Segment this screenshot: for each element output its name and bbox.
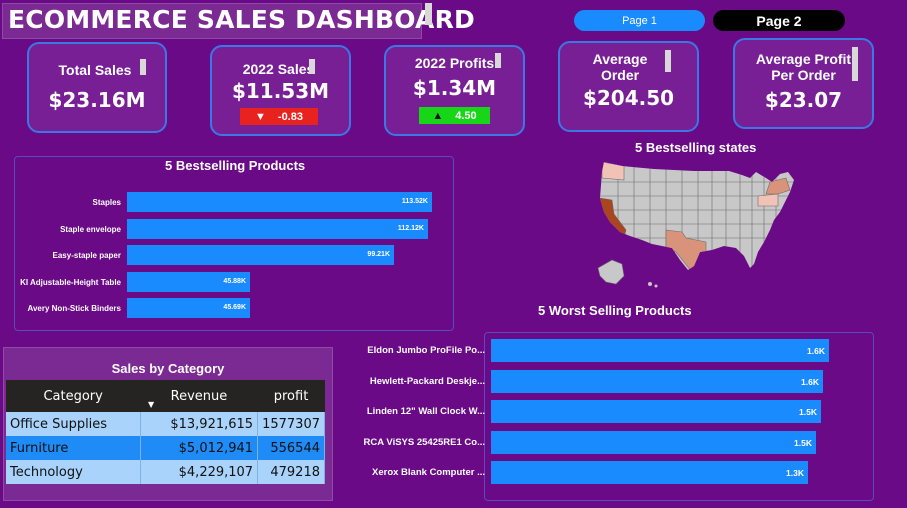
cell-profit: 1577307 <box>257 412 325 436</box>
states-title: 5 Bestselling states <box>635 140 757 155</box>
bar-value-label: 45.69K <box>223 304 246 311</box>
bar-label: Eldon Jumbo ProFile Po... <box>367 345 485 356</box>
page-title: ECOMMERCE SALES DASHBOARD <box>8 5 475 34</box>
kpi-label-average-order: Average Order <box>592 51 648 83</box>
bar-label: KI Adjustable-Height Table <box>20 277 121 287</box>
delta-value: 4.50 <box>455 109 477 122</box>
delta-badge-2022-profits: ▲ 4.50 <box>419 107 490 124</box>
cell-revenue: $4,229,107 <box>140 460 259 484</box>
cell-category: Office Supplies <box>6 412 141 436</box>
table-row: Furniture $5,012,941 556544 <box>6 436 325 460</box>
kpi-marker <box>140 59 146 75</box>
col-header-category[interactable]: Category <box>6 380 141 412</box>
bar-value-label: 112.12K <box>397 224 424 232</box>
bar-value-label: 1.5K <box>794 437 812 448</box>
nav-page-1-button[interactable]: Page 1 <box>574 10 705 31</box>
kpi-marker <box>309 59 315 74</box>
cell-category: Furniture <box>6 436 141 460</box>
sort-desc-icon[interactable]: ▼ <box>148 400 154 409</box>
bar-label: Staples <box>92 198 121 207</box>
bar-label: Avery Non-Stick Binders <box>27 304 121 313</box>
table-row: Office Supplies $13,921,615 1577307 <box>6 412 325 436</box>
kpi-marker <box>495 53 501 68</box>
kpi-value-2022-profits: $1.34M <box>412 76 497 100</box>
kpi-value-average-order: $204.50 <box>582 86 675 110</box>
table-header-row: Category Revenue profit <box>6 380 325 412</box>
bar-value-label: 1.6K <box>807 346 825 356</box>
kpi-value-total-sales: $23.16M <box>48 88 146 112</box>
kpi-label-2022-sales: 2022 Sales <box>242 61 315 77</box>
col-header-revenue[interactable]: Revenue <box>140 380 258 412</box>
bestsellers-title: 5 Bestselling Products <box>165 158 306 173</box>
bar-label: RCA ViSYS 25425RE1 Co... <box>363 436 485 448</box>
bar-value-label: 1.5K <box>799 407 817 417</box>
bar-value-label: 1.3K <box>786 468 804 478</box>
bar-label: Linden 12" Wall Clock W... <box>366 406 485 417</box>
col-header-profit[interactable]: profit <box>257 380 325 412</box>
category-title: Sales by Category <box>111 361 225 376</box>
cell-revenue: $5,012,941 <box>140 436 259 460</box>
bar-value-label: 1.6K <box>801 376 819 387</box>
cell-profit: 556544 <box>257 436 325 460</box>
table-row: Technology $4,229,107 479218 <box>6 460 325 484</box>
bar-label: Staple envelope <box>60 224 121 234</box>
arrow-down-icon: ▼ <box>255 110 266 123</box>
category-table: Category Revenue profit Office Supplies … <box>6 380 325 484</box>
delta-value: -0.83 <box>277 110 303 123</box>
nav-page-2-button[interactable]: Page 2 <box>713 10 845 31</box>
bar-value-label: 45.88K <box>223 277 246 285</box>
usa-map <box>597 162 794 288</box>
cell-revenue: $13,921,615 <box>140 412 259 436</box>
delta-badge-2022-sales: ▼ -0.83 <box>240 108 318 125</box>
kpi-value-2022-sales: $11.53M <box>231 79 330 103</box>
bar-label: Easy-staple paper <box>52 251 121 260</box>
bar-label: Xerox Blank Computer ... <box>372 467 485 478</box>
bar-value-label: 113.52K <box>401 198 428 205</box>
cell-profit: 479218 <box>257 460 325 484</box>
title-marker <box>425 3 432 25</box>
arrow-up-icon: ▲ <box>432 109 444 122</box>
kpi-label-2022-profits: 2022 Profits <box>414 55 495 71</box>
cell-category: Technology <box>6 460 141 484</box>
bar-value-label: 99.21K <box>367 251 390 258</box>
worst-title: 5 Worst Selling Products <box>538 303 692 318</box>
kpi-marker <box>852 47 858 81</box>
bar-label: Hewlett-Packard Deskje... <box>369 375 485 387</box>
kpi-marker <box>665 50 671 72</box>
kpi-value-average-profit: $23.07 <box>764 88 843 112</box>
